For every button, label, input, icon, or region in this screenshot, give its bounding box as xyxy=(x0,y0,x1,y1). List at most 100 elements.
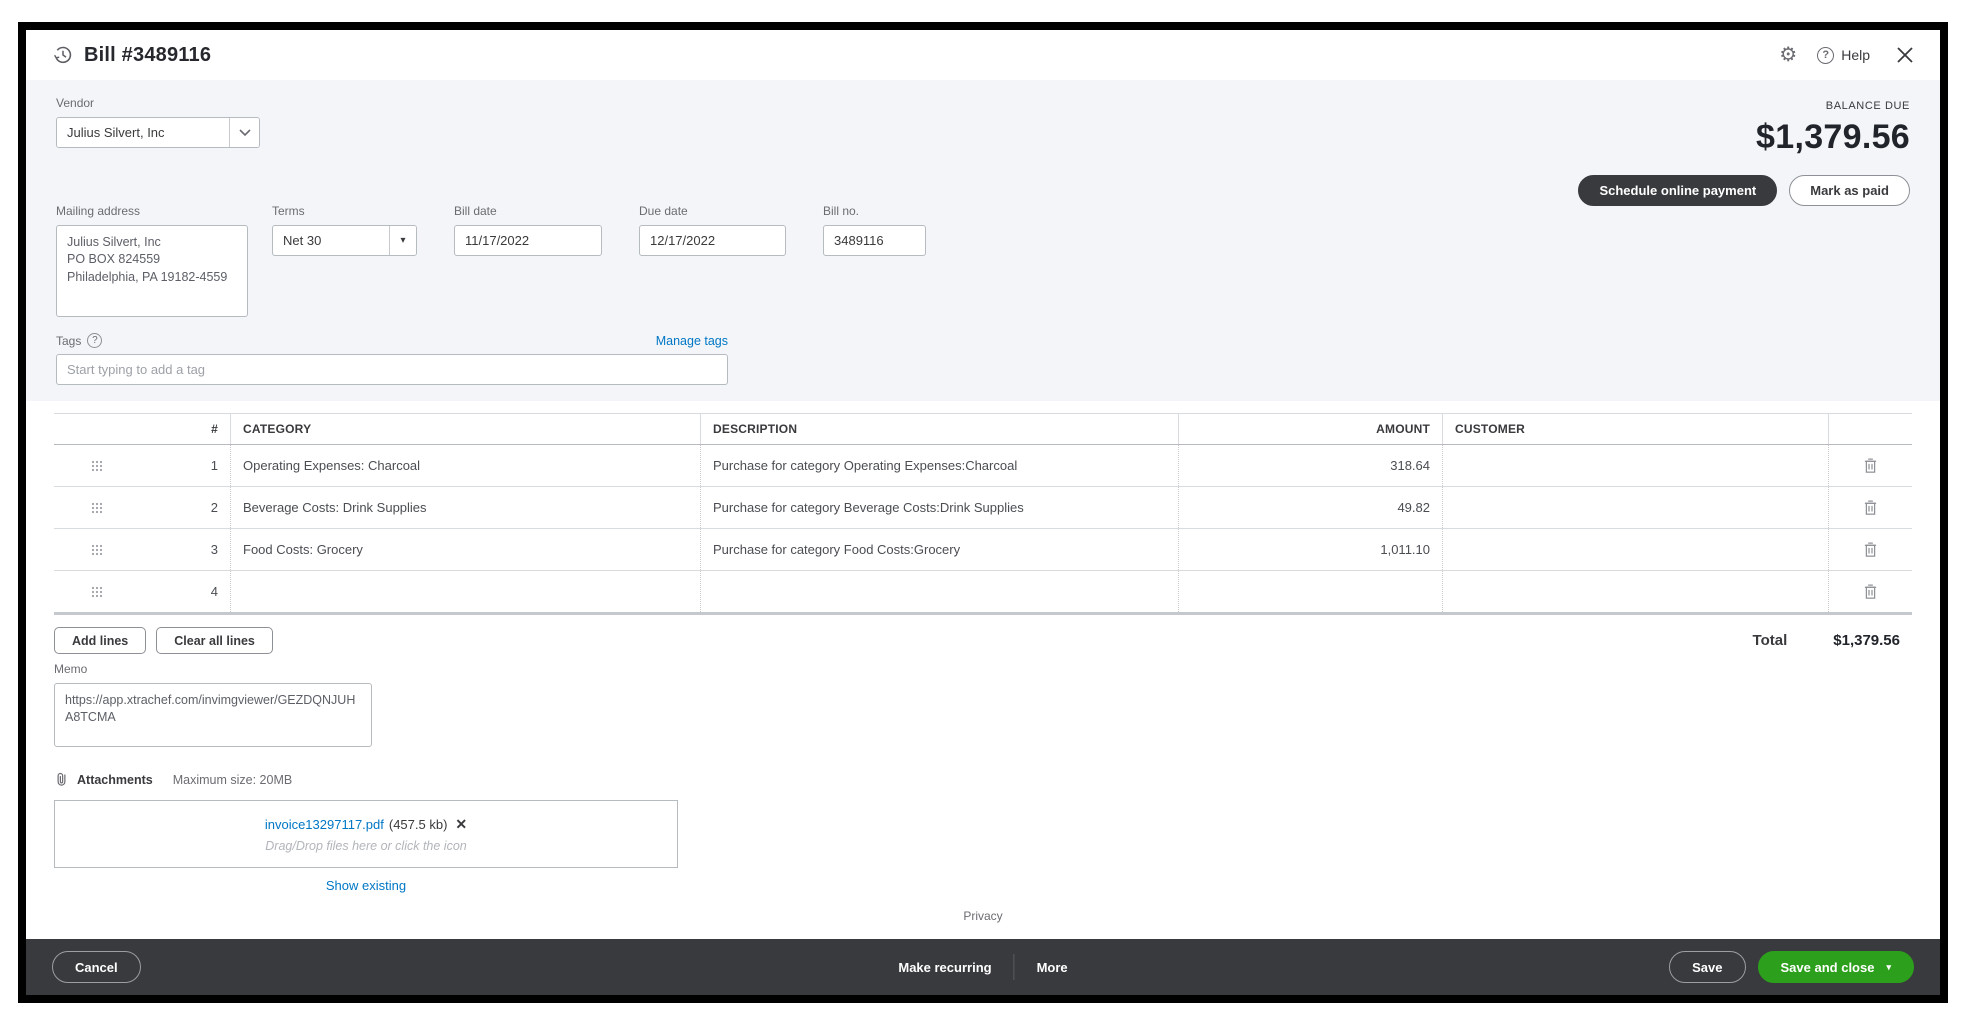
drag-handle[interactable] xyxy=(54,445,140,486)
make-recurring-button[interactable]: Make recurring xyxy=(898,960,991,975)
caret-down-icon: ▾ xyxy=(400,235,405,246)
bill-no-label: Bill no. xyxy=(823,204,926,218)
balance-due-label: BALANCE DUE xyxy=(1578,100,1910,112)
page-title: Bill #3489116 xyxy=(84,44,211,67)
trash-icon xyxy=(1863,583,1878,600)
delete-line-button[interactable] xyxy=(1828,571,1912,612)
due-date-label: Due date xyxy=(639,204,786,218)
attachment-file-link[interactable]: invoice13297117.pdf xyxy=(265,817,384,832)
customer-cell[interactable] xyxy=(1442,571,1828,612)
attachment-file-size: (457.5 kb) xyxy=(389,817,448,832)
drag-handle[interactable] xyxy=(54,529,140,570)
dropzone-hint: Drag/Drop files here or click the icon xyxy=(265,839,466,853)
description-cell[interactable]: Purchase for category Beverage Costs:Dri… xyxy=(700,487,1178,528)
footer-divider xyxy=(1014,954,1015,980)
tags-input[interactable] xyxy=(56,354,728,385)
description-cell[interactable]: Purchase for category Food Costs:Grocery xyxy=(700,529,1178,570)
mailing-address-label: Mailing address xyxy=(56,204,248,218)
help-button[interactable]: ? Help xyxy=(1817,47,1870,64)
clear-all-lines-button[interactable]: Clear all lines xyxy=(156,627,273,654)
balance-summary: BALANCE DUE $1,379.56 Schedule online pa… xyxy=(1578,100,1910,206)
column-header-number: # xyxy=(140,414,230,444)
total-value: $1,379.56 xyxy=(1833,632,1900,649)
close-button[interactable] xyxy=(1896,46,1914,64)
table-header-row: # CATEGORY DESCRIPTION AMOUNT CUSTOMER xyxy=(54,413,1912,445)
remove-attachment-button[interactable]: ✕ xyxy=(455,816,467,833)
line-items-section: # CATEGORY DESCRIPTION AMOUNT CUSTOMER 1… xyxy=(26,401,1940,939)
category-cell[interactable]: Food Costs: Grocery xyxy=(230,529,700,570)
drag-dots-icon xyxy=(91,586,103,598)
amount-cell[interactable] xyxy=(1178,571,1442,612)
attachment-dropzone[interactable]: invoice13297117.pdf (457.5 kb) ✕ Drag/Dr… xyxy=(54,800,678,868)
bill-date-input[interactable] xyxy=(454,225,602,256)
terms-value: Net 30 xyxy=(273,226,389,255)
delete-line-button[interactable] xyxy=(1828,445,1912,486)
manage-tags-link[interactable]: Manage tags xyxy=(656,334,728,348)
show-existing-link[interactable]: Show existing xyxy=(326,878,406,893)
terms-dropdown-button[interactable]: ▾ xyxy=(389,226,416,255)
balance-due-amount: $1,379.56 xyxy=(1578,118,1910,157)
schedule-online-payment-button[interactable]: Schedule online payment xyxy=(1578,175,1777,206)
table-body: 1 Operating Expenses: Charcoal Purchase … xyxy=(54,445,1912,615)
drag-dots-icon xyxy=(91,502,103,514)
drag-handle[interactable] xyxy=(54,571,140,612)
trash-icon xyxy=(1863,499,1878,516)
description-cell[interactable]: Purchase for category Operating Expenses… xyxy=(700,445,1178,486)
bill-header-section: Vendor BALANCE DUE $1,379.56 Schedule on… xyxy=(26,80,1940,401)
line-number: 4 xyxy=(140,571,230,612)
table-row: 3 Food Costs: Grocery Purchase for categ… xyxy=(54,529,1912,571)
customer-cell[interactable] xyxy=(1442,445,1828,486)
vendor-label: Vendor xyxy=(56,96,260,110)
tags-label: Tags xyxy=(56,334,81,348)
amount-cell[interactable]: 318.64 xyxy=(1178,445,1442,486)
gear-icon[interactable]: ⚙ xyxy=(1779,45,1797,65)
bill-history-icon[interactable] xyxy=(52,44,74,66)
terms-select[interactable]: Net 30 ▾ xyxy=(272,225,417,256)
line-items-table: # CATEGORY DESCRIPTION AMOUNT CUSTOMER 1… xyxy=(54,413,1912,615)
due-date-input[interactable] xyxy=(639,225,786,256)
customer-cell[interactable] xyxy=(1442,529,1828,570)
bill-window: Bill #3489116 ⚙ ? Help Vendor xyxy=(18,22,1948,1003)
column-header-category: CATEGORY xyxy=(230,414,700,444)
paperclip-icon xyxy=(54,771,69,788)
column-header-handle xyxy=(54,414,140,444)
bill-no-input[interactable] xyxy=(823,225,926,256)
window-titlebar: Bill #3489116 ⚙ ? Help xyxy=(26,30,1940,80)
cancel-button[interactable]: Cancel xyxy=(52,951,141,983)
save-button[interactable]: Save xyxy=(1669,951,1745,983)
vendor-dropdown-button[interactable] xyxy=(229,118,259,147)
terms-label: Terms xyxy=(272,204,417,218)
vendor-input[interactable] xyxy=(57,118,229,147)
tags-help-icon[interactable]: ? xyxy=(87,333,102,348)
line-number: 1 xyxy=(140,445,230,486)
footer-bar: Cancel Make recurring More Save Save and… xyxy=(26,939,1940,995)
save-and-close-button[interactable]: Save and close ▾ xyxy=(1758,951,1914,983)
add-lines-button[interactable]: Add lines xyxy=(54,627,146,654)
amount-cell[interactable]: 49.82 xyxy=(1178,487,1442,528)
customer-cell[interactable] xyxy=(1442,487,1828,528)
vendor-combo xyxy=(56,117,260,148)
trash-icon xyxy=(1863,457,1878,474)
line-number: 2 xyxy=(140,487,230,528)
attachments-max-size: Maximum size: 20MB xyxy=(173,773,292,787)
category-cell[interactable] xyxy=(230,571,700,612)
more-button[interactable]: More xyxy=(1037,960,1068,975)
chevron-down-icon xyxy=(239,129,251,136)
close-icon xyxy=(1896,46,1914,64)
description-cell[interactable] xyxy=(700,571,1178,612)
column-header-description: DESCRIPTION xyxy=(700,414,1178,444)
category-cell[interactable]: Beverage Costs: Drink Supplies xyxy=(230,487,700,528)
drag-handle[interactable] xyxy=(54,487,140,528)
drag-dots-icon xyxy=(91,460,103,472)
mailing-address-field[interactable]: Julius Silvert, Inc PO BOX 824559 Philad… xyxy=(56,225,248,317)
column-header-customer: CUSTOMER xyxy=(1442,414,1828,444)
category-cell[interactable]: Operating Expenses: Charcoal xyxy=(230,445,700,486)
amount-cell[interactable]: 1,011.10 xyxy=(1178,529,1442,570)
delete-line-button[interactable] xyxy=(1828,529,1912,570)
mark-as-paid-button[interactable]: Mark as paid xyxy=(1789,175,1910,206)
help-icon: ? xyxy=(1817,47,1834,64)
memo-field[interactable]: https://app.xtrachef.com/invimgviewer/GE… xyxy=(54,683,372,747)
privacy-link[interactable]: Privacy xyxy=(963,909,1002,923)
attachments-label: Attachments xyxy=(77,773,153,787)
delete-line-button[interactable] xyxy=(1828,487,1912,528)
